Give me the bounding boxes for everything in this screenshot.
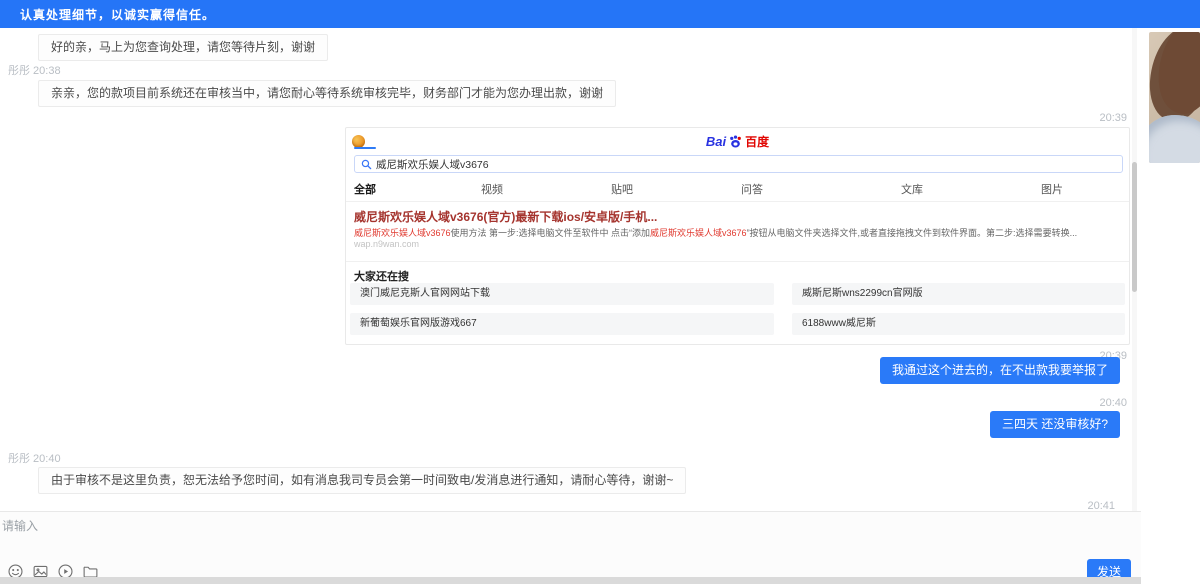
tab-video: 视频: [481, 181, 503, 197]
tab-images: 图片: [1041, 181, 1063, 197]
agent-message: 亲亲，您的款项目前系统还在审核当中，请您耐心等待系统审核完毕，财务部门才能为您办…: [38, 80, 616, 107]
related-search-chip: 新葡萄娱乐官网版游戏667: [350, 313, 774, 335]
search-result-url: wap.n9wan.com: [354, 239, 419, 249]
message-timestamp: 20:40: [1099, 397, 1127, 409]
user-message: 我通过这个进去的，在不出款我要举报了: [880, 357, 1120, 384]
search-result-title: 威尼斯欢乐娱人域v3676(官方)最新下载ios/安卓版/手机...: [354, 208, 657, 225]
search-result-description: 威尼斯欢乐娱人域v3676使用方法 第一步:选择电脑文件至软件中 点击“添加威尼…: [354, 226, 1122, 239]
chat-window: 认真处理细节，以诚实赢得信任。 好的亲，马上为您查询处理，请您等待片刻，谢谢 彤…: [0, 0, 1200, 584]
agent-name-time: 彤彤 20:40: [8, 450, 61, 466]
baidu-paw-icon: [728, 134, 743, 149]
baidu-logo: Bai 百度: [346, 133, 1129, 150]
active-tab-underline: [354, 147, 376, 149]
baidu-tabs: 全部 视频 贴吧 问答 文库 图片: [346, 179, 1129, 199]
message-composer: 发送: [0, 511, 1141, 577]
related-search-chip: 威斯尼斯wns2299cn官网版: [792, 283, 1125, 305]
related-search-chip: 澳门威尼克斯人官网网站下载: [350, 283, 774, 305]
avatar-shirt: [1149, 115, 1200, 163]
baidu-logo-du: 百度: [745, 133, 769, 150]
scrollbar-track[interactable]: [1132, 28, 1137, 578]
search-icon: [361, 159, 372, 170]
avatar-hair: [1149, 32, 1200, 121]
baidu-screenshot-message[interactable]: Bai 百度 威尼斯欢乐娱人域v3676 全部 视频 贴吧 问答 文库 图片: [345, 127, 1130, 345]
message-timestamp: 20:39: [1099, 112, 1127, 124]
desc-text: ”按钮从电脑文件夹选择文件,或者直接拖拽文件到软件界面。第二步:选择需要转换..…: [747, 228, 1078, 238]
right-sidebar: [1145, 28, 1200, 584]
tab-wenku: 文库: [901, 181, 923, 197]
baidu-logo-bai: Bai: [706, 134, 726, 149]
desc-highlight: 威尼斯欢乐娱人域v3676: [354, 228, 451, 238]
divider: [346, 261, 1129, 262]
tab-qa: 问答: [741, 181, 763, 197]
message-input[interactable]: [2, 517, 762, 555]
desc-highlight: 威尼斯欢乐娱人域v3676: [650, 228, 747, 238]
agent-avatar-photo: [1149, 32, 1200, 163]
agent-message: 好的亲，马上为您查询处理，请您等待片刻，谢谢: [38, 34, 328, 61]
search-query-text: 威尼斯欢乐娱人域v3676: [376, 157, 489, 172]
related-searches-title: 大家还在搜: [354, 268, 409, 284]
top-notice-bar: 认真处理细节，以诚实赢得信任。: [0, 0, 1200, 28]
window-bottom-edge: [0, 577, 1141, 584]
agent-message: 由于审核不是这里负责，恕无法给予您时间，如有消息我司专员会第一时间致电/发消息进…: [38, 467, 686, 494]
tab-tieba: 贴吧: [611, 181, 633, 197]
scrollbar-thumb[interactable]: [1132, 162, 1137, 292]
related-search-chip: 6188www威尼斯: [792, 313, 1125, 335]
user-message: 三四天 还没审核好?: [990, 411, 1120, 438]
divider: [346, 201, 1129, 202]
notice-text: 认真处理细节，以诚实赢得信任。: [20, 6, 215, 23]
desc-text: 使用方法 第一步:选择电脑文件至软件中 点击“添加: [451, 228, 651, 238]
agent-name-time: 彤彤 20:38: [8, 62, 61, 78]
tab-all: 全部: [354, 181, 376, 197]
baidu-search-box: 威尼斯欢乐娱人域v3676: [354, 155, 1123, 173]
